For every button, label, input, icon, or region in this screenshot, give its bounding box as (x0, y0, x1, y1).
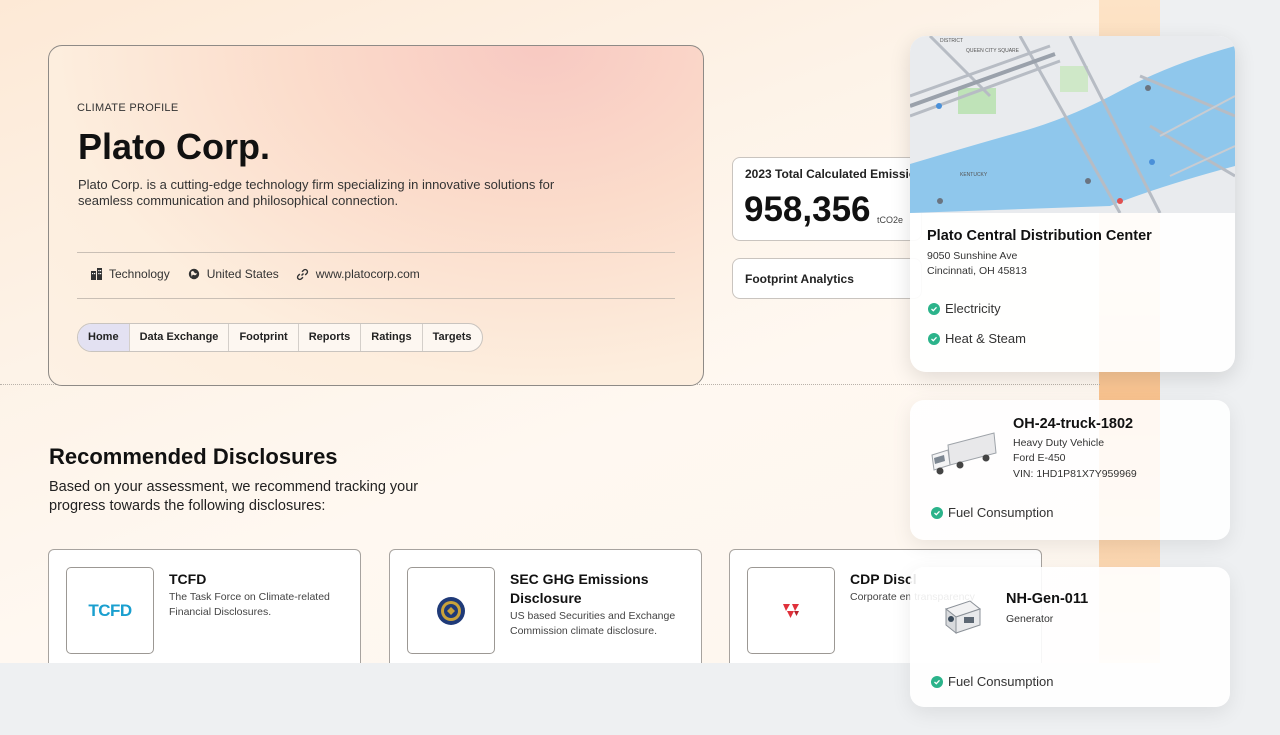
emissions-value: 958,356 (744, 190, 871, 229)
map-label: DISTRICT (940, 38, 963, 44)
company-name: Plato Corp. (78, 126, 271, 167)
source-fuel-consumption: Fuel Consumption (931, 674, 1054, 689)
location-address-line1: 9050 Sunshine Ave (927, 250, 1018, 262)
source-label: Fuel Consumption (948, 505, 1054, 520)
footprint-analytics-label: Footprint Analytics (745, 272, 854, 286)
location-map[interactable]: DISTRICT QUEEN CITY SQUARE KENTUCKY (910, 36, 1235, 213)
tcfd-logo: TCFD (66, 567, 154, 654)
source-electricity: Electricity (928, 301, 1001, 316)
tab-home[interactable]: Home (78, 324, 130, 351)
check-icon (931, 506, 943, 519)
disclosure-name: SEC GHG Emissions Disclosure (510, 571, 649, 606)
building-icon (89, 267, 103, 281)
disclosure-description: The Task Force on Climate-related Financ… (169, 591, 330, 618)
vehicle-model: Ford E-450 (1013, 452, 1066, 464)
location-address-line2: Cincinnati, OH 45813 (927, 265, 1027, 277)
source-fuel-consumption: Fuel Consumption (931, 505, 1054, 520)
climate-profile-card: CLIMATE PROFILE Plato Corp. Plato Corp. … (48, 45, 704, 386)
tab-data-exchange[interactable]: Data Exchange (130, 324, 230, 351)
source-label: Fuel Consumption (948, 674, 1054, 689)
generator-card[interactable]: NH-Gen-011 Generator Fuel Consumption (910, 567, 1230, 707)
tcfd-logo-text: TCFD (88, 600, 132, 620)
profile-divider-bottom (77, 298, 675, 299)
map-label: QUEEN CITY SQUARE (966, 48, 1020, 54)
website-item[interactable]: www.platocorp.com (296, 267, 420, 281)
tab-footprint[interactable]: Footprint (229, 324, 299, 351)
location-name: Plato Central Distribution Center (927, 228, 1152, 244)
profile-tabs: Home Data Exchange Footprint Reports Rat… (77, 323, 483, 352)
link-icon (296, 267, 310, 281)
recommended-title: Recommended Disclosures (49, 444, 338, 469)
location-card[interactable]: DISTRICT QUEEN CITY SQUARE KENTUCKY Plat… (910, 36, 1235, 372)
website-link[interactable]: www.platocorp.com (316, 267, 420, 281)
source-heat-steam: Heat & Steam (928, 331, 1026, 346)
disclosure-description: US based Securities and Exchange Commiss… (510, 610, 676, 637)
vehicle-type: Heavy Duty Vehicle (1013, 437, 1105, 449)
check-icon (928, 302, 940, 315)
industry-label: Technology (109, 267, 170, 281)
vehicle-name: OH-24-truck-1802 (1013, 416, 1134, 432)
emissions-label: 2023 Total Calculated Emissions (745, 167, 922, 181)
vehicle-vin: VIN: 1HD1P81X7Y959969 (1013, 468, 1137, 480)
disclosure-card-tcfd[interactable]: TCFD TCFD The Task Force on Climate-rela… (48, 549, 361, 663)
disclosure-card-sec[interactable]: SEC GHG Emissions Disclosure US based Se… (389, 549, 702, 663)
country-label: United States (206, 267, 279, 281)
source-label: Electricity (945, 301, 1001, 316)
sec-seal-icon (407, 567, 495, 654)
check-icon (931, 675, 943, 688)
recommended-subtitle: Based on your assessment, we recommend t… (49, 479, 419, 514)
vehicle-card[interactable]: OH-24-truck-1802 Heavy Duty Vehicle Ford… (910, 400, 1230, 540)
footprint-analytics-card[interactable]: Footprint Analytics (732, 258, 922, 299)
generator-icon (944, 600, 982, 635)
generator-type: Generator (1006, 613, 1054, 625)
globe-icon (187, 267, 201, 281)
tab-targets[interactable]: Targets (423, 324, 482, 351)
map-label: KENTUCKY (960, 172, 988, 178)
profile-divider-top (77, 252, 675, 253)
disclosure-name: TCFD (169, 571, 207, 587)
cdp-logo-icon (747, 567, 835, 654)
profile-eyebrow: CLIMATE PROFILE (77, 102, 179, 114)
truck-icon (931, 432, 997, 475)
company-description: Plato Corp. is a cutting-edge technology… (78, 177, 555, 208)
check-icon (928, 332, 940, 345)
tab-reports[interactable]: Reports (299, 324, 362, 351)
source-label: Heat & Steam (945, 331, 1026, 346)
country-item: United States (187, 267, 279, 281)
emissions-unit: tCO2e (877, 215, 904, 225)
emissions-card: 2023 Total Calculated Emissions 958,356 … (732, 157, 922, 241)
company-meta-row: Technology United States www.platocorp.c… (89, 267, 437, 281)
industry-item: Technology (89, 267, 170, 281)
generator-name: NH-Gen-011 (1006, 591, 1089, 607)
tab-ratings[interactable]: Ratings (361, 324, 423, 351)
